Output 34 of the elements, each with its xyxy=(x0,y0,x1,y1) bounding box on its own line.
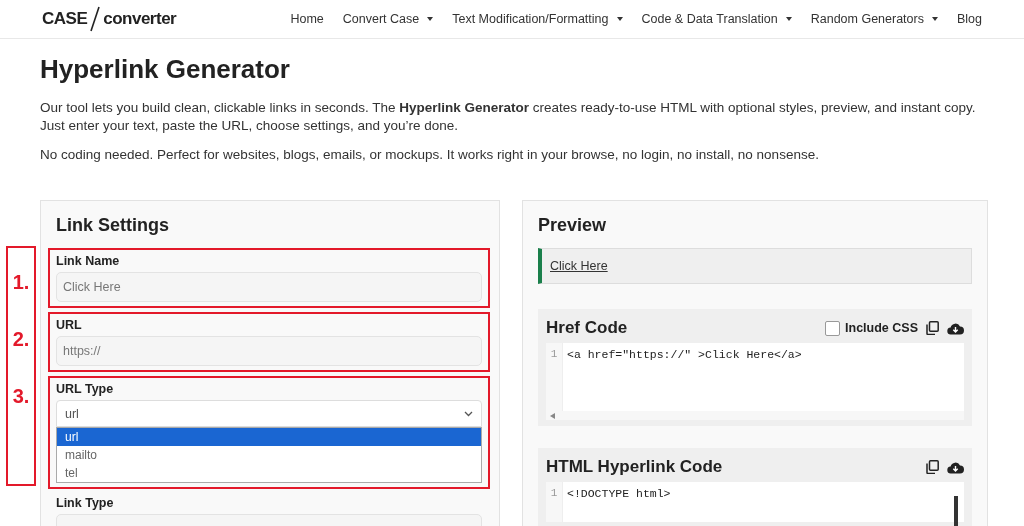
nav-link[interactable]: Convert Case xyxy=(342,12,434,26)
nav-link[interactable]: Text Modification/Formatting xyxy=(452,12,623,26)
annotation-number: 3. xyxy=(11,384,31,409)
code-line: <a href="https://" >Click Here</a> xyxy=(567,347,803,362)
dropdown-option[interactable]: url xyxy=(57,428,481,446)
panel-title: Href Code xyxy=(546,318,628,338)
logo[interactable]: CASE converter xyxy=(42,6,177,32)
code-editor[interactable]: 1 <a href="https://" >Click Here</a> xyxy=(546,343,964,420)
nav-link[interactable]: Random Generators xyxy=(810,12,938,26)
line-number: 1 xyxy=(549,347,559,362)
input-field[interactable]: Click Here xyxy=(56,272,482,302)
intro-paragraph: No coding needed. Perfect for websites, blogs, emails, or mockups. It works right in your browse, no login, no install, no nonsense. xyxy=(40,146,820,164)
checkbox-label[interactable]: Include CSS xyxy=(845,321,918,335)
annotation-number: 1. xyxy=(11,270,31,295)
card-title: Link Settings xyxy=(56,215,170,236)
field-label: URL xyxy=(56,318,83,332)
nav-link[interactable]: Home xyxy=(290,12,324,26)
dropdown-option[interactable]: tel xyxy=(57,464,481,482)
select-field[interactable]: url xyxy=(56,400,482,427)
field-label: Link Name xyxy=(56,254,121,268)
field-label: URL Type xyxy=(56,382,115,396)
nav-link[interactable]: Blog xyxy=(956,12,982,26)
line-number: 1 xyxy=(549,486,559,501)
panel-title: HTML Hyperlink Code xyxy=(546,457,723,477)
annotation-number: 2. xyxy=(11,327,31,352)
intro-paragraph: Our tool lets you build clean, clickable links in seconds. The Hyperlink Generator creates ready-to-use HTML with optional styles, preview, and instant copy. Just enter your text, paste the URL, choose settings, and you’re done. xyxy=(40,99,977,135)
field-label: Link Type xyxy=(56,496,115,510)
dropdown-option[interactable]: mailto xyxy=(57,446,481,464)
card-title: Preview xyxy=(538,215,608,236)
code-line: <!DOCTYPE html> xyxy=(567,486,672,501)
preview-link[interactable]: Click Here xyxy=(550,259,608,273)
input-field[interactable]: https:// xyxy=(56,336,482,366)
nav-link[interactable]: Code & Data Translation xyxy=(641,12,792,26)
page-title: Hyperlink Generator xyxy=(40,54,291,85)
